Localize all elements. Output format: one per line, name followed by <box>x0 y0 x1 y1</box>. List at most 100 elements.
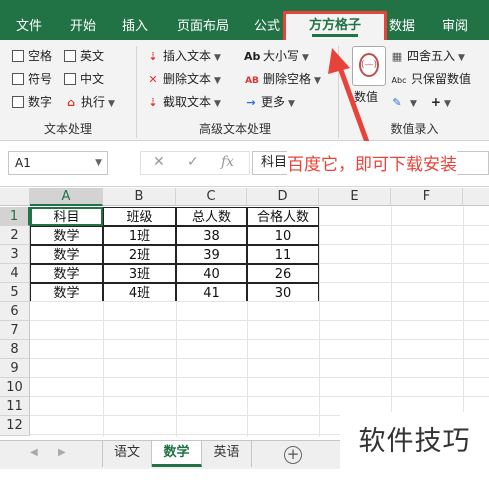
delete-space-button[interactable]: AB 删除空格 ▼ <box>244 69 321 89</box>
case-icon: Ab <box>244 50 261 63</box>
chevron-down-icon: ▼ <box>443 99 451 109</box>
keep-value-button[interactable]: Abc 只保留数值 <box>390 69 472 89</box>
function-icon[interactable]: fx <box>221 154 234 170</box>
delete-text-button[interactable]: ✕ 删除文本 ▼ <box>146 69 221 89</box>
row-header[interactable]: 4 <box>0 264 30 283</box>
column-header-c[interactable]: C <box>176 188 247 206</box>
row-header[interactable]: 1 <box>0 207 30 226</box>
row-header[interactable]: 8 <box>0 340 30 359</box>
case-label: 大小写 <box>263 49 300 63</box>
name-box[interactable]: A1 ▼ <box>8 151 108 175</box>
add-sheet-icon[interactable]: + <box>284 446 302 464</box>
chevron-down-icon: ▼ <box>214 76 221 86</box>
row-header[interactable]: 9 <box>0 359 30 378</box>
download-annotation: 百度它，即可下载安装 <box>287 150 457 175</box>
delete-space-icon: AB <box>245 76 259 86</box>
check-number[interactable]: 数字 <box>12 92 52 112</box>
delete-space-label: 删除空格 <box>263 72 312 86</box>
column-header-e[interactable]: E <box>319 188 391 206</box>
check-english-label: 英文 <box>80 49 105 63</box>
column-header-a[interactable]: A <box>30 188 103 206</box>
gridlines <box>30 207 489 437</box>
group-divider <box>136 46 137 138</box>
abc-icon: Abc <box>391 76 407 85</box>
row-header[interactable]: 6 <box>0 302 30 321</box>
arrow-right-icon: → <box>246 96 256 109</box>
execute-button[interactable]: ⌂ 执行 ▼ <box>64 92 115 112</box>
keep-value-label: 只保留数值 <box>411 72 472 86</box>
round-button[interactable]: ▦ 四舍五入 ▼ <box>390 46 465 66</box>
group-label-text: 文本处理 <box>43 122 92 136</box>
sheet-tab-english[interactable]: 英语 <box>202 441 252 467</box>
chevron-down-icon: ▼ <box>302 53 309 63</box>
insert-text-label: 插入文本 <box>163 49 212 63</box>
checkbox-icon[interactable] <box>12 50 24 62</box>
select-all-corner[interactable] <box>0 188 30 206</box>
tab-page-layout[interactable]: 页面布局 <box>168 14 238 40</box>
group-label-advanced: 高级文本处理 <box>198 122 271 136</box>
check-symbol-label: 符号 <box>28 72 53 86</box>
execute-label: 执行 <box>81 95 106 109</box>
extract-text-icon: ⇣ <box>148 96 158 109</box>
chevron-down-icon: ▼ <box>214 99 221 109</box>
tab-insert[interactable]: 插入 <box>112 14 158 40</box>
delete-text-icon: ✕ <box>148 73 158 86</box>
prev-sheet-icon[interactable]: ◀ <box>30 447 38 458</box>
more-button[interactable]: → 更多 ▼ <box>244 92 295 112</box>
execute-icon: ⌂ <box>67 96 75 109</box>
checkbox-icon[interactable] <box>64 50 76 62</box>
tab-review[interactable]: 审阅 <box>432 14 478 40</box>
extract-text-button[interactable]: ⇣ 截取文本 ▼ <box>146 92 221 112</box>
formula-value: 科目 <box>261 155 288 170</box>
column-header-f[interactable]: F <box>391 188 463 206</box>
formula-buttons: ✕ ✓ fx <box>140 151 250 175</box>
tab-file[interactable]: 文件 <box>6 14 52 40</box>
row-header[interactable]: 5 <box>0 283 30 302</box>
column-header-b[interactable]: B <box>103 188 176 206</box>
checkbox-icon[interactable] <box>64 73 76 85</box>
next-sheet-icon[interactable]: ▶ <box>58 447 66 458</box>
chevron-down-icon: ▼ <box>214 53 221 63</box>
row-header[interactable]: 12 <box>0 416 30 436</box>
case-button[interactable]: Ab 大小写 ▼ <box>244 46 309 66</box>
row-header[interactable]: 2 <box>0 226 30 245</box>
row-header[interactable]: 10 <box>0 378 30 397</box>
checkbox-icon[interactable] <box>12 96 24 108</box>
check-chinese[interactable]: 中文 <box>64 69 104 89</box>
insert-text-button[interactable]: ⇣ 插入文本 ▼ <box>146 46 221 66</box>
row-header[interactable]: 7 <box>0 321 30 340</box>
checkbox-icon[interactable] <box>12 73 24 85</box>
extract-text-label: 截取文本 <box>163 95 212 109</box>
plus-icon[interactable]: + <box>431 95 441 109</box>
round-label: 四舍五入 <box>407 49 456 63</box>
ribbon-body: 空格 英文 符号 中文 数字 ⌂ 执行 ▼ 文本处理 ⇣ 插入文本 ▼ ✕ 删除文本 ▼ ⇣… <box>0 40 489 141</box>
tab-data[interactable]: 数据 <box>384 14 420 40</box>
confirm-icon[interactable]: ✓ <box>187 154 199 170</box>
insert-text-icon: ⇣ <box>148 50 158 63</box>
name-box-value: A1 <box>15 156 31 170</box>
chevron-down-icon: ▼ <box>288 99 295 109</box>
row-header[interactable]: 11 <box>0 397 30 416</box>
chevron-down-icon: ▼ <box>458 53 465 63</box>
more-label: 更多 <box>261 95 286 109</box>
chevron-down-icon: ▼ <box>410 99 417 109</box>
sheet-tab-math[interactable]: 数学 <box>152 441 202 467</box>
check-chinese-label: 中文 <box>80 72 105 86</box>
delete-text-label: 删除文本 <box>163 72 212 86</box>
annotation-arrow <box>328 48 371 148</box>
watermark-text: 软件技巧 <box>340 412 489 472</box>
column-header-d[interactable]: D <box>247 188 319 206</box>
check-english[interactable]: 英文 <box>64 46 104 66</box>
chevron-down-icon[interactable]: ▼ <box>95 152 102 174</box>
check-space-label: 空格 <box>28 49 53 63</box>
row-header[interactable]: 3 <box>0 245 30 264</box>
check-space[interactable]: 空格 <box>12 46 52 66</box>
edit-button[interactable]: ✎ ▼ + ▼ <box>390 92 451 112</box>
tab-home[interactable]: 开始 <box>60 14 106 40</box>
sheet-tab-chinese[interactable]: 语文 <box>102 441 152 467</box>
edit-icon: ✎ <box>392 96 402 109</box>
column-header-overflow <box>463 188 489 206</box>
cancel-icon[interactable]: ✕ <box>153 154 165 170</box>
check-symbol[interactable]: 符号 <box>12 69 52 89</box>
check-number-label: 数字 <box>28 95 53 109</box>
